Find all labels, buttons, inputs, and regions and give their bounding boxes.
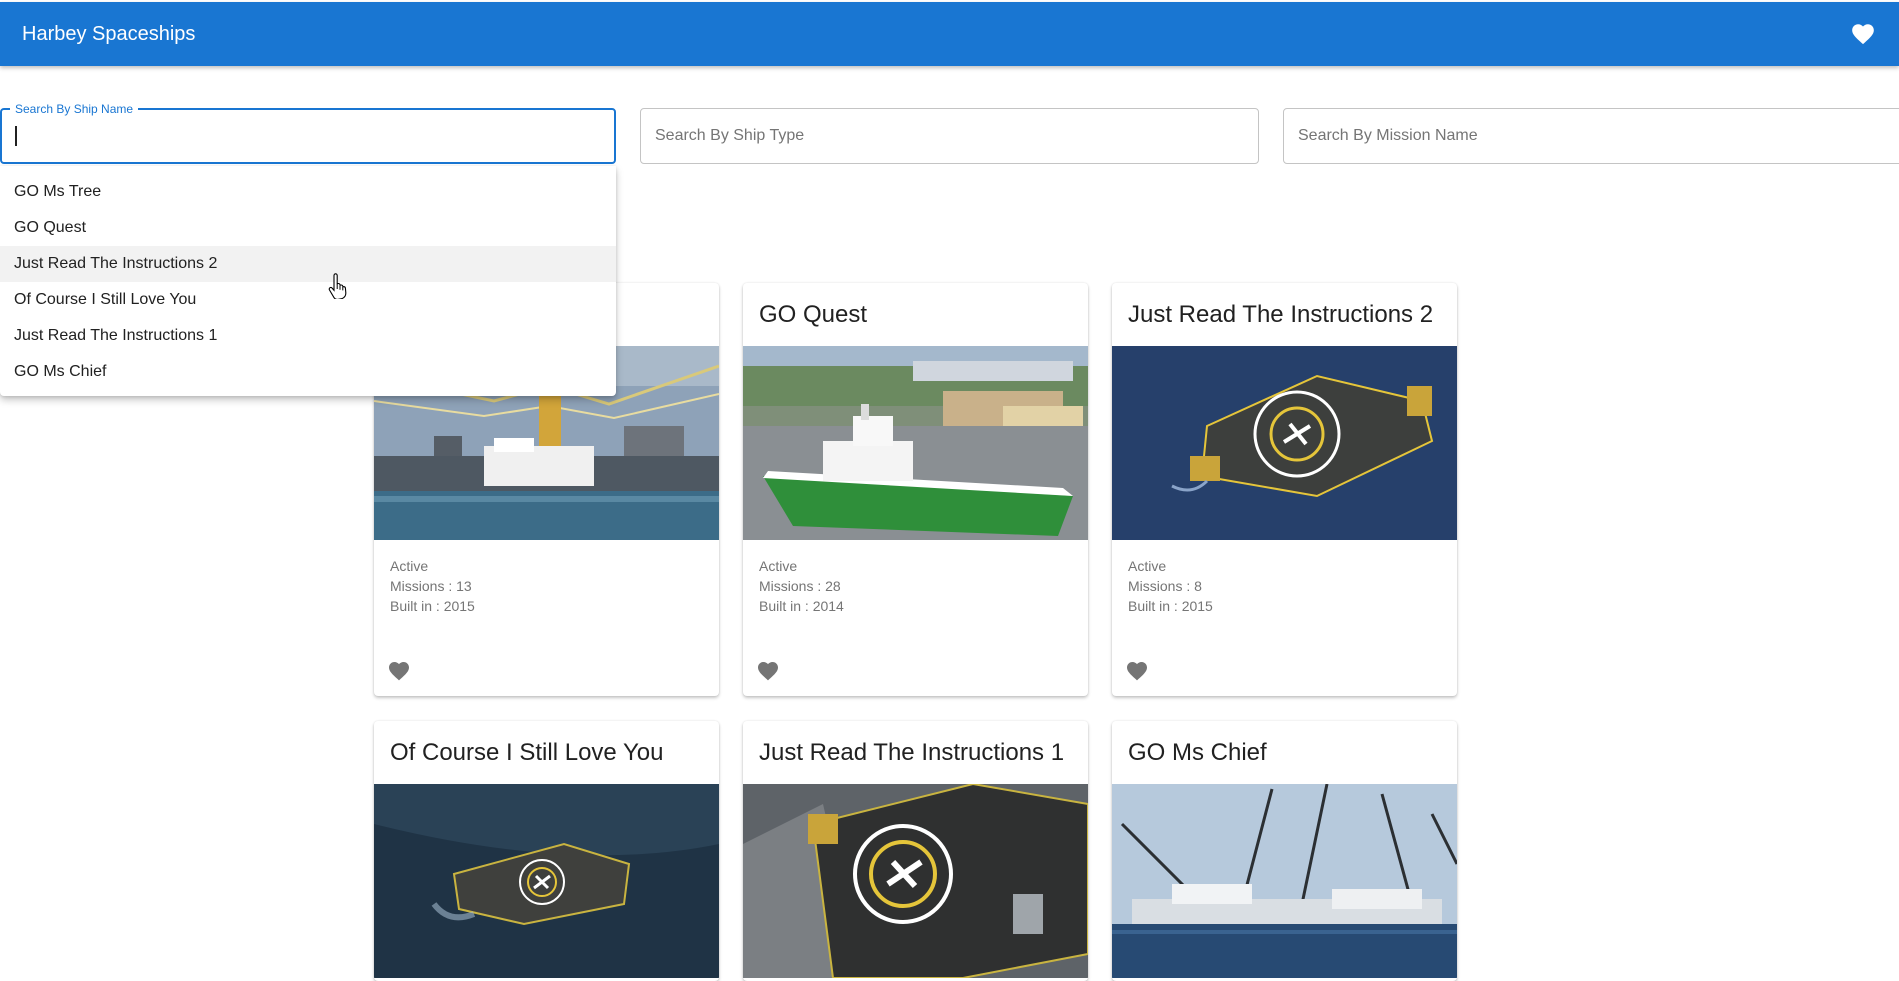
favorite-button[interactable] [753,656,783,686]
ship-card-title: GO Ms Chief [1128,739,1267,766]
ship-card: GO Ms Chief [1112,721,1457,981]
ship-name-suggestions: GO Ms Tree GO Quest Just Read The Instru… [0,166,616,396]
heart-icon [389,662,409,681]
ship-built-year: Built in : 2015 [390,598,475,614]
app-title: Harbey Spaceships [22,23,196,45]
text-caret [15,126,17,146]
ship-missions: Missions : 8 [1128,578,1202,594]
ship-card-title: Just Read The Instructions 2 [1128,301,1434,328]
ship-card-title: Just Read The Instructions 1 [759,739,1065,766]
suggestion-option[interactable]: Just Read The Instructions 1 [0,318,616,354]
ship-status: Active [390,558,429,574]
ship-status: Active [1128,558,1167,574]
ship-card: Of Course I Still Love You [374,721,719,981]
heart-icon [1127,662,1147,681]
ship-missions: Missions : 13 [390,578,472,594]
ship-built-year: Built in : 2015 [1128,598,1213,614]
ship-type-search-field[interactable] [640,108,1259,164]
app-bar: Harbey Spaceships [0,2,1899,66]
ship-name-search-label: Search By Ship Name [10,101,139,117]
ship-status: Active [759,558,798,574]
mission-name-search-field[interactable] [1283,108,1899,164]
suggestion-option[interactable]: GO Ms Tree [0,174,616,210]
mission-name-search-input[interactable] [1284,109,1899,163]
ship-image [1112,346,1457,540]
ship-image [743,784,1088,978]
ship-card: GO Quest Active Missions : 28 Built in :… [743,283,1088,696]
hand-pointer-icon [328,273,347,299]
heart-icon [758,662,778,681]
ship-image [1112,784,1457,978]
ship-built-year: Built in : 2014 [759,598,844,614]
suggestion-option[interactable]: GO Quest [0,210,616,246]
ship-card: Just Read The Instructions 2 Active Miss… [1112,283,1457,696]
suggestion-option[interactable]: Of Course I Still Love You [0,282,616,318]
ship-missions: Missions : 28 [759,578,841,594]
ship-card-title: GO Quest [759,301,868,328]
ship-image [374,784,719,978]
ship-type-search-input[interactable] [641,109,1258,163]
favorite-button[interactable] [1122,656,1152,686]
favorite-button[interactable] [384,656,414,686]
suggestion-option[interactable]: Just Read The Instructions 2 [0,246,616,282]
ship-name-search-field[interactable]: Search By Ship Name [0,101,616,164]
ship-card-title: Of Course I Still Love You [390,739,664,766]
favorites-button[interactable] [1845,16,1881,52]
ship-card: Just Read The Instructions 1 [743,721,1088,981]
ship-image [743,346,1088,540]
ship-name-search-input[interactable] [2,110,614,162]
heart-icon [1852,24,1874,45]
suggestion-option[interactable]: GO Ms Chief [0,354,616,390]
